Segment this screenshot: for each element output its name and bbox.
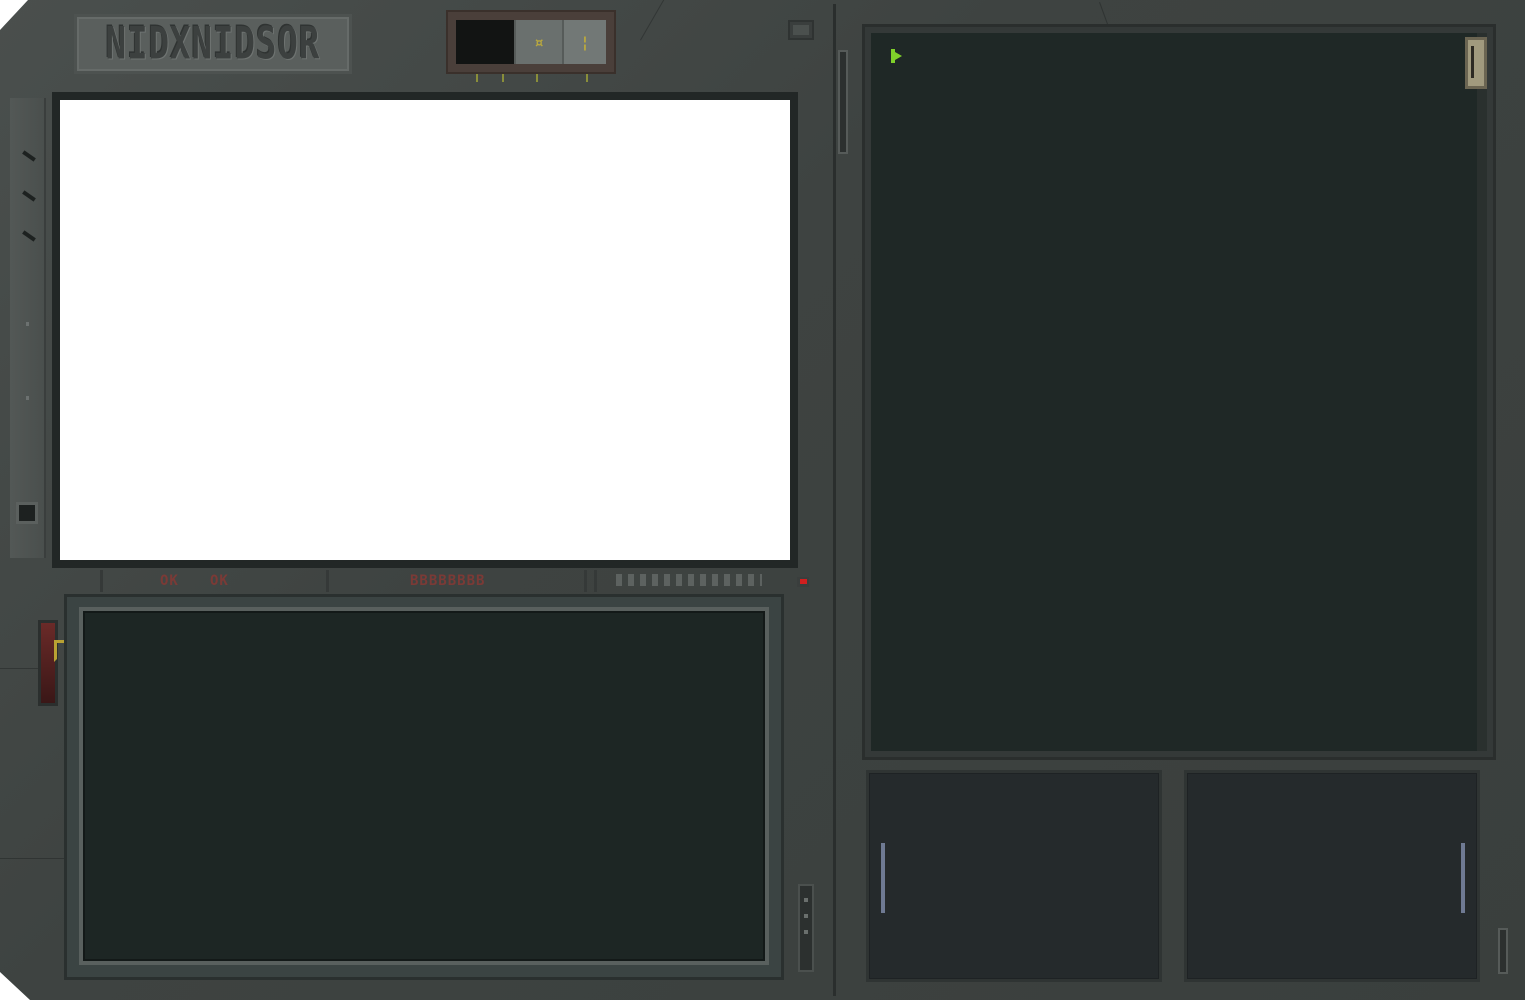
level-bar-right bbox=[1461, 843, 1465, 913]
corner-slot bbox=[1498, 928, 1508, 974]
rivet-column bbox=[798, 884, 814, 972]
main-viewport bbox=[52, 92, 798, 568]
rail-dot bbox=[26, 396, 29, 400]
status-label-b: OK bbox=[210, 573, 229, 589]
corner-button[interactable] bbox=[788, 20, 814, 40]
scroll-handle[interactable] bbox=[1465, 37, 1487, 89]
status-label-c: BBBBBBBB bbox=[410, 573, 486, 589]
ejector-lever[interactable] bbox=[38, 620, 58, 706]
cursor-icon bbox=[891, 49, 902, 63]
brand-label: NIDXNIDSOR bbox=[105, 18, 321, 70]
sub-panel-right[interactable] bbox=[1184, 770, 1480, 982]
rail-mark-icon bbox=[22, 190, 36, 202]
rail-dot bbox=[26, 322, 29, 326]
alert-led-icon bbox=[797, 577, 809, 587]
status-label-a: OK bbox=[160, 573, 179, 589]
console-panel bbox=[64, 594, 784, 980]
level-bar-left bbox=[881, 843, 885, 913]
switch-ticks bbox=[470, 74, 600, 84]
brand-logo-plate: NIDXNIDSOR bbox=[74, 14, 352, 74]
rail-mark-icon bbox=[22, 150, 36, 162]
side-rail bbox=[10, 98, 46, 558]
switch-b-glyph: ¦ bbox=[580, 32, 590, 52]
switch-button-b[interactable]: ¦ bbox=[562, 20, 606, 64]
divider-rail bbox=[838, 50, 848, 154]
viewport-screen bbox=[60, 100, 790, 560]
device-body: NIDXNIDSOR ¤ ¦ OK OK BBBBBBBB bbox=[0, 0, 1525, 1000]
terminal-screen[interactable] bbox=[871, 33, 1487, 751]
status-strip: OK OK BBBBBBBB bbox=[100, 570, 800, 592]
rail-mark-icon bbox=[22, 230, 36, 242]
console-screen[interactable] bbox=[79, 607, 769, 965]
switch-display bbox=[456, 20, 514, 64]
side-knob[interactable] bbox=[16, 502, 38, 524]
power-switch-panel: ¤ ¦ bbox=[446, 10, 616, 74]
switch-a-glyph: ¤ bbox=[534, 32, 544, 52]
sub-panel-left[interactable] bbox=[866, 770, 1162, 982]
status-hatch bbox=[616, 574, 762, 586]
switch-button-a[interactable]: ¤ bbox=[514, 20, 562, 64]
terminal-frame bbox=[862, 24, 1496, 760]
